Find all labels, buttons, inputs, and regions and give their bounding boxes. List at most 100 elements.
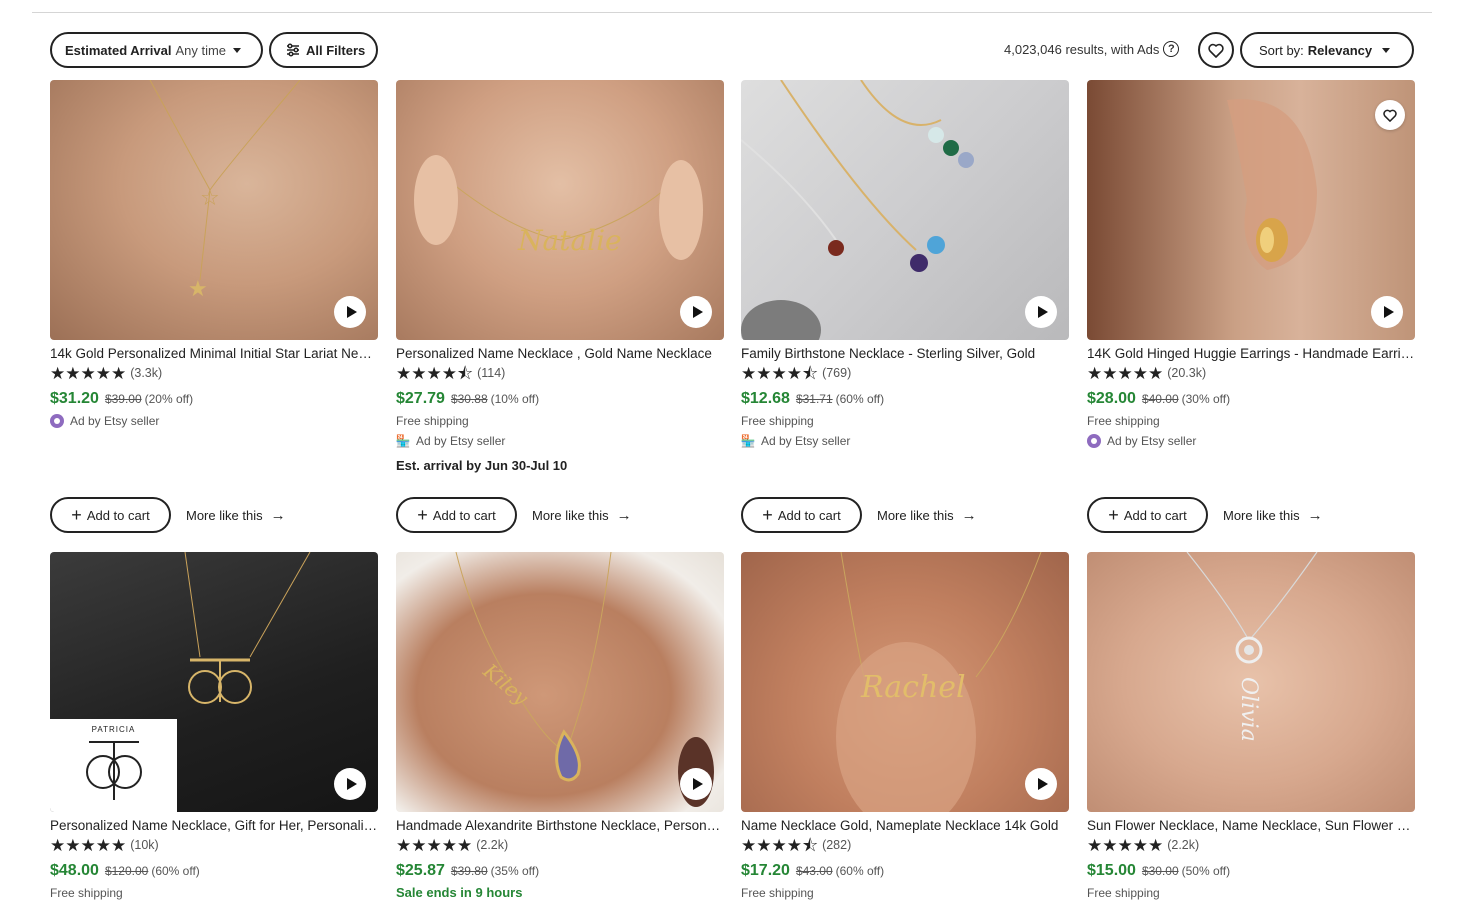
product-title[interactable]: 14k Gold Personalized Minimal Initial St… bbox=[50, 346, 378, 361]
more-like-this-label: More like this bbox=[877, 507, 954, 523]
sale-price: $27.79 bbox=[396, 390, 445, 407]
price-row: $31.20 $39.00 (20% off) bbox=[50, 390, 378, 408]
review-count: (3.3k) bbox=[130, 366, 163, 380]
svg-text:☆: ☆ bbox=[200, 185, 220, 210]
play-video-button[interactable] bbox=[1371, 296, 1403, 328]
product-title[interactable]: 14K Gold Hinged Huggie Earrings - Handma… bbox=[1087, 346, 1415, 361]
price-row: $27.79 $30.88 (10% off) bbox=[396, 390, 724, 408]
product-title[interactable]: Name Necklace Gold, Nameplate Necklace 1… bbox=[741, 818, 1069, 833]
discount: (60% off) bbox=[835, 392, 885, 406]
ad-label: Ad by Etsy seller bbox=[50, 413, 378, 428]
original-price: $31.71 bbox=[795, 392, 833, 406]
favorite-button[interactable] bbox=[1375, 100, 1405, 130]
arrow-right-icon: → bbox=[616, 506, 632, 524]
estimated-arrival-dropdown[interactable]: Estimated Arrival Any time bbox=[50, 32, 263, 68]
more-like-this-label: More like this bbox=[1223, 507, 1300, 523]
product-image[interactable]: Olivia bbox=[1087, 552, 1415, 812]
product-image[interactable]: ☆ ★ bbox=[50, 80, 378, 340]
shop-icon: 🏪 bbox=[395, 433, 411, 448]
product-card[interactable]: Rachel Name Necklace Gold, Nameplate Nec… bbox=[741, 552, 1069, 900]
help-icon[interactable]: ? bbox=[1163, 41, 1180, 57]
product-image[interactable]: Rachel bbox=[741, 552, 1069, 812]
review-count: (2.2k) bbox=[1167, 838, 1200, 852]
add-to-cart-button[interactable]: + Add to cart bbox=[396, 497, 517, 533]
more-like-this-link[interactable]: More like this → bbox=[532, 507, 632, 524]
play-video-button[interactable] bbox=[1025, 768, 1057, 800]
product-image[interactable] bbox=[1087, 80, 1415, 340]
product-rating: ★★★★★ (2.2k) bbox=[396, 836, 724, 854]
ad-label: Ad by Etsy seller bbox=[1087, 433, 1415, 448]
original-price: $30.88 bbox=[450, 392, 488, 406]
original-price: $43.00 bbox=[795, 864, 833, 878]
play-video-button[interactable] bbox=[1025, 296, 1057, 328]
plus-icon: + bbox=[417, 505, 428, 525]
product-image[interactable]: Kiley bbox=[396, 552, 724, 812]
play-video-button[interactable] bbox=[334, 296, 366, 328]
star-rating-icon: ★★★★⯪ bbox=[396, 363, 474, 383]
pendant-name: Kiley bbox=[478, 658, 534, 710]
pendant-name: Natalie bbox=[517, 224, 622, 257]
ad-text: Ad by Etsy seller bbox=[1107, 433, 1197, 448]
more-like-this-link[interactable]: More like this → bbox=[186, 507, 286, 524]
product-card[interactable]: Kiley Handmade Alexandrite Birthstone Ne… bbox=[396, 552, 724, 900]
arrow-right-icon: → bbox=[270, 506, 286, 524]
all-filters-button[interactable]: All Filters bbox=[269, 32, 378, 68]
sale-price: $31.20 bbox=[50, 390, 99, 407]
product-title[interactable]: Sun Flower Necklace, Name Necklace, Sun … bbox=[1087, 818, 1415, 833]
product-title[interactable]: Personalized Name Necklace, Gift for Her… bbox=[50, 818, 378, 833]
product-card[interactable]: PATRICIA Personalized Name Necklace, Gif… bbox=[50, 552, 378, 900]
product-card[interactable]: ☆ ★ 14k Gold Personalized Minimal Initia… bbox=[50, 80, 378, 428]
shop-icon: 🏪 bbox=[740, 433, 756, 448]
product-card[interactable]: Natalie Personalized Name Necklace , Gol… bbox=[396, 80, 724, 473]
review-count: (20.3k) bbox=[1167, 366, 1207, 380]
original-price: $39.80 bbox=[450, 864, 488, 878]
chevron-down-icon bbox=[1382, 47, 1391, 53]
add-to-cart-button[interactable]: + Add to cart bbox=[1087, 497, 1208, 533]
discount: (60% off) bbox=[835, 864, 885, 878]
card-actions: + Add to cart More like this → bbox=[1087, 497, 1323, 533]
product-title[interactable]: Handmade Alexandrite Birthstone Necklace… bbox=[396, 818, 724, 833]
product-card[interactable]: Family Birthstone Necklace - Sterling Si… bbox=[741, 80, 1069, 448]
review-count: (769) bbox=[822, 366, 852, 380]
more-like-this-label: More like this bbox=[532, 507, 609, 523]
necklace-illustration: Olivia bbox=[1186, 552, 1318, 742]
shipping-label: Free shipping bbox=[1087, 885, 1160, 900]
sale-price: $28.00 bbox=[1087, 390, 1136, 407]
star-rating-icon: ★★★★★ bbox=[50, 363, 127, 383]
shipping-label: Free shipping bbox=[396, 413, 469, 428]
add-to-cart-label: Add to cart bbox=[432, 507, 496, 523]
price-row: $28.00 $40.00 (30% off) bbox=[1087, 390, 1415, 408]
price-row: $12.68 $31.71 (60% off) bbox=[741, 390, 1069, 408]
sort-dropdown[interactable]: Sort by: Relevancy bbox=[1240, 32, 1414, 68]
product-image[interactable]: PATRICIA bbox=[50, 552, 378, 812]
star-rating-icon: ★★★★⯪ bbox=[741, 363, 819, 383]
discount: (10% off) bbox=[490, 392, 540, 406]
svg-text:★: ★ bbox=[188, 276, 208, 301]
original-price: $40.00 bbox=[1141, 392, 1179, 406]
sale-price: $48.00 bbox=[50, 862, 99, 879]
product-rating: ★★★★⯪ (769) bbox=[741, 364, 1069, 382]
save-search-button[interactable] bbox=[1198, 32, 1234, 68]
product-title[interactable]: Personalized Name Necklace , Gold Name N… bbox=[396, 346, 724, 361]
results-count: 4,023,046 results, with Ads ? bbox=[1004, 41, 1180, 57]
sale-countdown: Sale ends in 9 hours bbox=[396, 885, 523, 900]
play-video-button[interactable] bbox=[680, 768, 712, 800]
add-to-cart-button[interactable]: + Add to cart bbox=[741, 497, 862, 533]
card-actions: + Add to cart More like this → bbox=[50, 497, 286, 533]
necklace-illustration: Rachel bbox=[836, 552, 1042, 812]
play-video-button[interactable] bbox=[680, 296, 712, 328]
product-card[interactable]: Olivia Sun Flower Necklace, Name Necklac… bbox=[1087, 552, 1415, 900]
more-like-this-link[interactable]: More like this → bbox=[1223, 507, 1323, 524]
play-video-button[interactable] bbox=[334, 768, 366, 800]
discount: (50% off) bbox=[1181, 864, 1231, 878]
star-rating-icon: ★★★★★ bbox=[1087, 363, 1164, 383]
product-rating: ★★★★★ (10k) bbox=[50, 836, 378, 854]
more-like-this-link[interactable]: More like this → bbox=[877, 507, 977, 524]
star-rating-icon: ★★★★⯪ bbox=[741, 835, 819, 855]
product-title[interactable]: Family Birthstone Necklace - Sterling Si… bbox=[741, 346, 1069, 361]
product-card[interactable]: 14K Gold Hinged Huggie Earrings - Handma… bbox=[1087, 80, 1415, 448]
product-image[interactable] bbox=[741, 80, 1069, 340]
add-to-cart-button[interactable]: + Add to cart bbox=[50, 497, 171, 533]
product-image[interactable]: Natalie bbox=[396, 80, 724, 340]
add-to-cart-label: Add to cart bbox=[86, 507, 150, 523]
